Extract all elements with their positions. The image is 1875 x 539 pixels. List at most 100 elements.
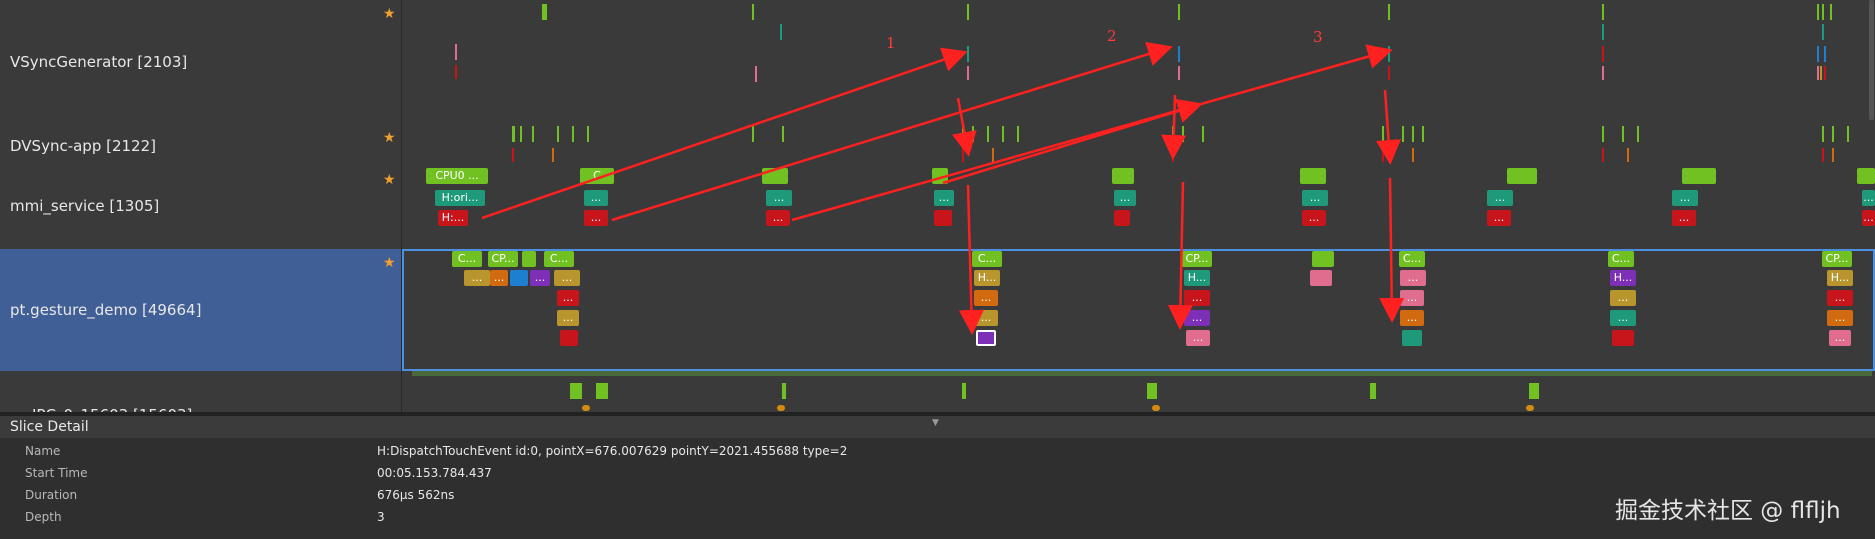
slice-selected[interactable] — [976, 330, 996, 346]
slice-dots[interactable]: ... — [1487, 210, 1511, 226]
slice-h[interactable]: H... — [1827, 270, 1853, 286]
slice-dots[interactable]: ... — [1827, 310, 1853, 326]
slice-pink[interactable] — [1310, 270, 1332, 286]
track-label: IPC_0_15603 [15603] — [0, 371, 402, 424]
detail-row-duration: Duration 676μs 562ns — [0, 484, 1875, 506]
slice-cpu[interactable]: C... — [544, 251, 574, 267]
slice-teal[interactable] — [1402, 330, 1422, 346]
slice-cpu[interactable]: CP... — [1182, 251, 1212, 267]
vsync-tick — [1602, 4, 1604, 20]
slice-dots[interactable]: ... — [1487, 190, 1513, 206]
vsync-tick — [1388, 66, 1390, 80]
slice-cpu[interactable] — [1300, 168, 1326, 184]
track-lane[interactable]: CPU0 ... C H:ori... ... ... ... ... ... … — [402, 166, 1875, 249]
slice-dots[interactable]: ... — [584, 190, 608, 206]
slice-dots[interactable]: ... — [557, 310, 579, 326]
vsync-tick — [1178, 46, 1180, 62]
slice-dots[interactable]: ... — [1610, 290, 1636, 306]
slice-cpu[interactable]: C... — [1608, 251, 1634, 267]
slice-dots[interactable]: ... — [1862, 210, 1875, 226]
slice-dots[interactable]: ... — [974, 310, 998, 326]
slice-dots[interactable]: ... — [766, 190, 792, 206]
slice-h[interactable]: H... — [1184, 270, 1210, 286]
slice-cpu[interactable]: CP... — [1822, 251, 1852, 267]
ipc-tick — [596, 383, 608, 399]
collapse-handle-icon[interactable]: ▼ — [932, 418, 939, 428]
scrollbar[interactable] — [1869, 0, 1874, 120]
track-lane[interactable] — [402, 0, 1875, 124]
slice-h-ori[interactable]: H:ori... — [435, 190, 485, 206]
slice-dots[interactable]: ... — [974, 290, 998, 306]
track-dvsync-app[interactable]: DVSync-app [2122] ★ — [0, 124, 1875, 167]
track-mmi-service[interactable]: mmi_service [1305] ★ CPU0 ... C H:ori...… — [0, 166, 1875, 250]
vsync-tick — [1178, 4, 1180, 20]
slice-dots[interactable]: ... — [530, 270, 550, 286]
slice-dots[interactable]: ... — [934, 190, 954, 206]
slice-cpu[interactable] — [1312, 251, 1334, 267]
slice-dots[interactable]: ... — [1114, 190, 1136, 206]
dvsync-tick — [512, 148, 514, 162]
track-vsyncgenerator[interactable]: VSyncGenerator [2103] ★ — [0, 0, 1875, 125]
dvsync-tick — [1202, 126, 1204, 142]
slice-red[interactable] — [1612, 330, 1634, 346]
slice-cpu[interactable] — [1507, 168, 1537, 184]
detail-key: Name — [25, 444, 61, 458]
slice-cpu[interactable] — [1682, 168, 1716, 184]
star-icon[interactable]: ★ — [383, 255, 396, 271]
slice-cpu[interactable] — [522, 251, 536, 267]
slice-cpu[interactable]: C... — [972, 251, 1002, 267]
slice-h-dispatch[interactable]: H:... — [438, 210, 468, 226]
slice-cpu[interactable]: C — [580, 168, 614, 184]
slice-dots[interactable]: ... — [557, 290, 579, 306]
track-name: mmi_service [1305] — [10, 197, 160, 215]
slice-dots[interactable]: ... — [1672, 210, 1696, 226]
ipc-tick — [582, 405, 590, 411]
slice-dots[interactable]: ... — [1827, 290, 1853, 306]
dvsync-tick — [552, 148, 554, 162]
slice-red[interactable] — [560, 330, 578, 346]
slice-cpu[interactable] — [932, 168, 948, 184]
vsync-tick — [1830, 4, 1832, 20]
slice-dots[interactable]: ... — [490, 270, 508, 286]
slice-dots[interactable]: ... — [1862, 190, 1875, 206]
slice-dots[interactable]: ... — [1400, 310, 1424, 326]
slice-red[interactable] — [934, 210, 952, 226]
track-lane[interactable] — [402, 124, 1875, 166]
track-lane[interactable]: C... CP... C... C... CP... C... C... CP.… — [402, 249, 1875, 371]
slice-h[interactable]: H... — [974, 270, 1000, 286]
slice-blue[interactable] — [510, 270, 528, 286]
slice-dots[interactable]: ... — [1302, 210, 1326, 226]
slice-dots[interactable]: ... — [464, 270, 490, 286]
slice-cpu[interactable] — [1857, 168, 1875, 184]
slice-cpu[interactable] — [1112, 168, 1134, 184]
slice-dots[interactable]: ... — [766, 210, 790, 226]
slice-dots[interactable]: ... — [1302, 190, 1328, 206]
slice-cpu[interactable]: CP... — [488, 251, 518, 267]
star-icon[interactable]: ★ — [383, 6, 396, 22]
track-name: DVSync-app [2122] — [10, 137, 156, 155]
star-icon[interactable]: ★ — [383, 130, 396, 146]
slice-dots[interactable]: ... — [1610, 310, 1636, 326]
star-icon[interactable]: ★ — [383, 172, 396, 188]
slice-cpu[interactable]: C... — [452, 251, 482, 267]
slice-dots[interactable]: ... — [1184, 310, 1210, 326]
slice-h[interactable]: H... — [1610, 270, 1636, 286]
track-lane[interactable] — [402, 371, 1875, 412]
slice-dots[interactable]: ... — [1184, 290, 1210, 306]
slice-dots[interactable]: ... — [1829, 330, 1851, 346]
track-label: mmi_service [1305] ★ — [0, 166, 402, 249]
slice-dots[interactable]: ... — [584, 210, 608, 226]
track-ipc[interactable]: IPC_0_15603 [15603] — [0, 371, 1875, 424]
slice-dots[interactable]: ... — [1400, 290, 1424, 306]
slice-cpu[interactable]: C... — [1399, 251, 1425, 267]
slice-dots[interactable]: ... — [1186, 330, 1210, 346]
slice-cpu[interactable] — [762, 168, 788, 184]
slice-dots[interactable]: ... — [554, 270, 580, 286]
slice-cpu0[interactable]: CPU0 ... — [426, 168, 488, 184]
slice-dots[interactable]: ... — [1672, 190, 1698, 206]
track-gesture-demo[interactable]: pt.gesture_demo [49664] ★ C... CP... C..… — [0, 249, 1875, 372]
dvsync-tick — [987, 126, 989, 142]
slice-red[interactable] — [1114, 210, 1130, 226]
slice-dots[interactable]: ... — [1400, 270, 1426, 286]
track-name: VSyncGenerator [2103] — [10, 53, 188, 71]
